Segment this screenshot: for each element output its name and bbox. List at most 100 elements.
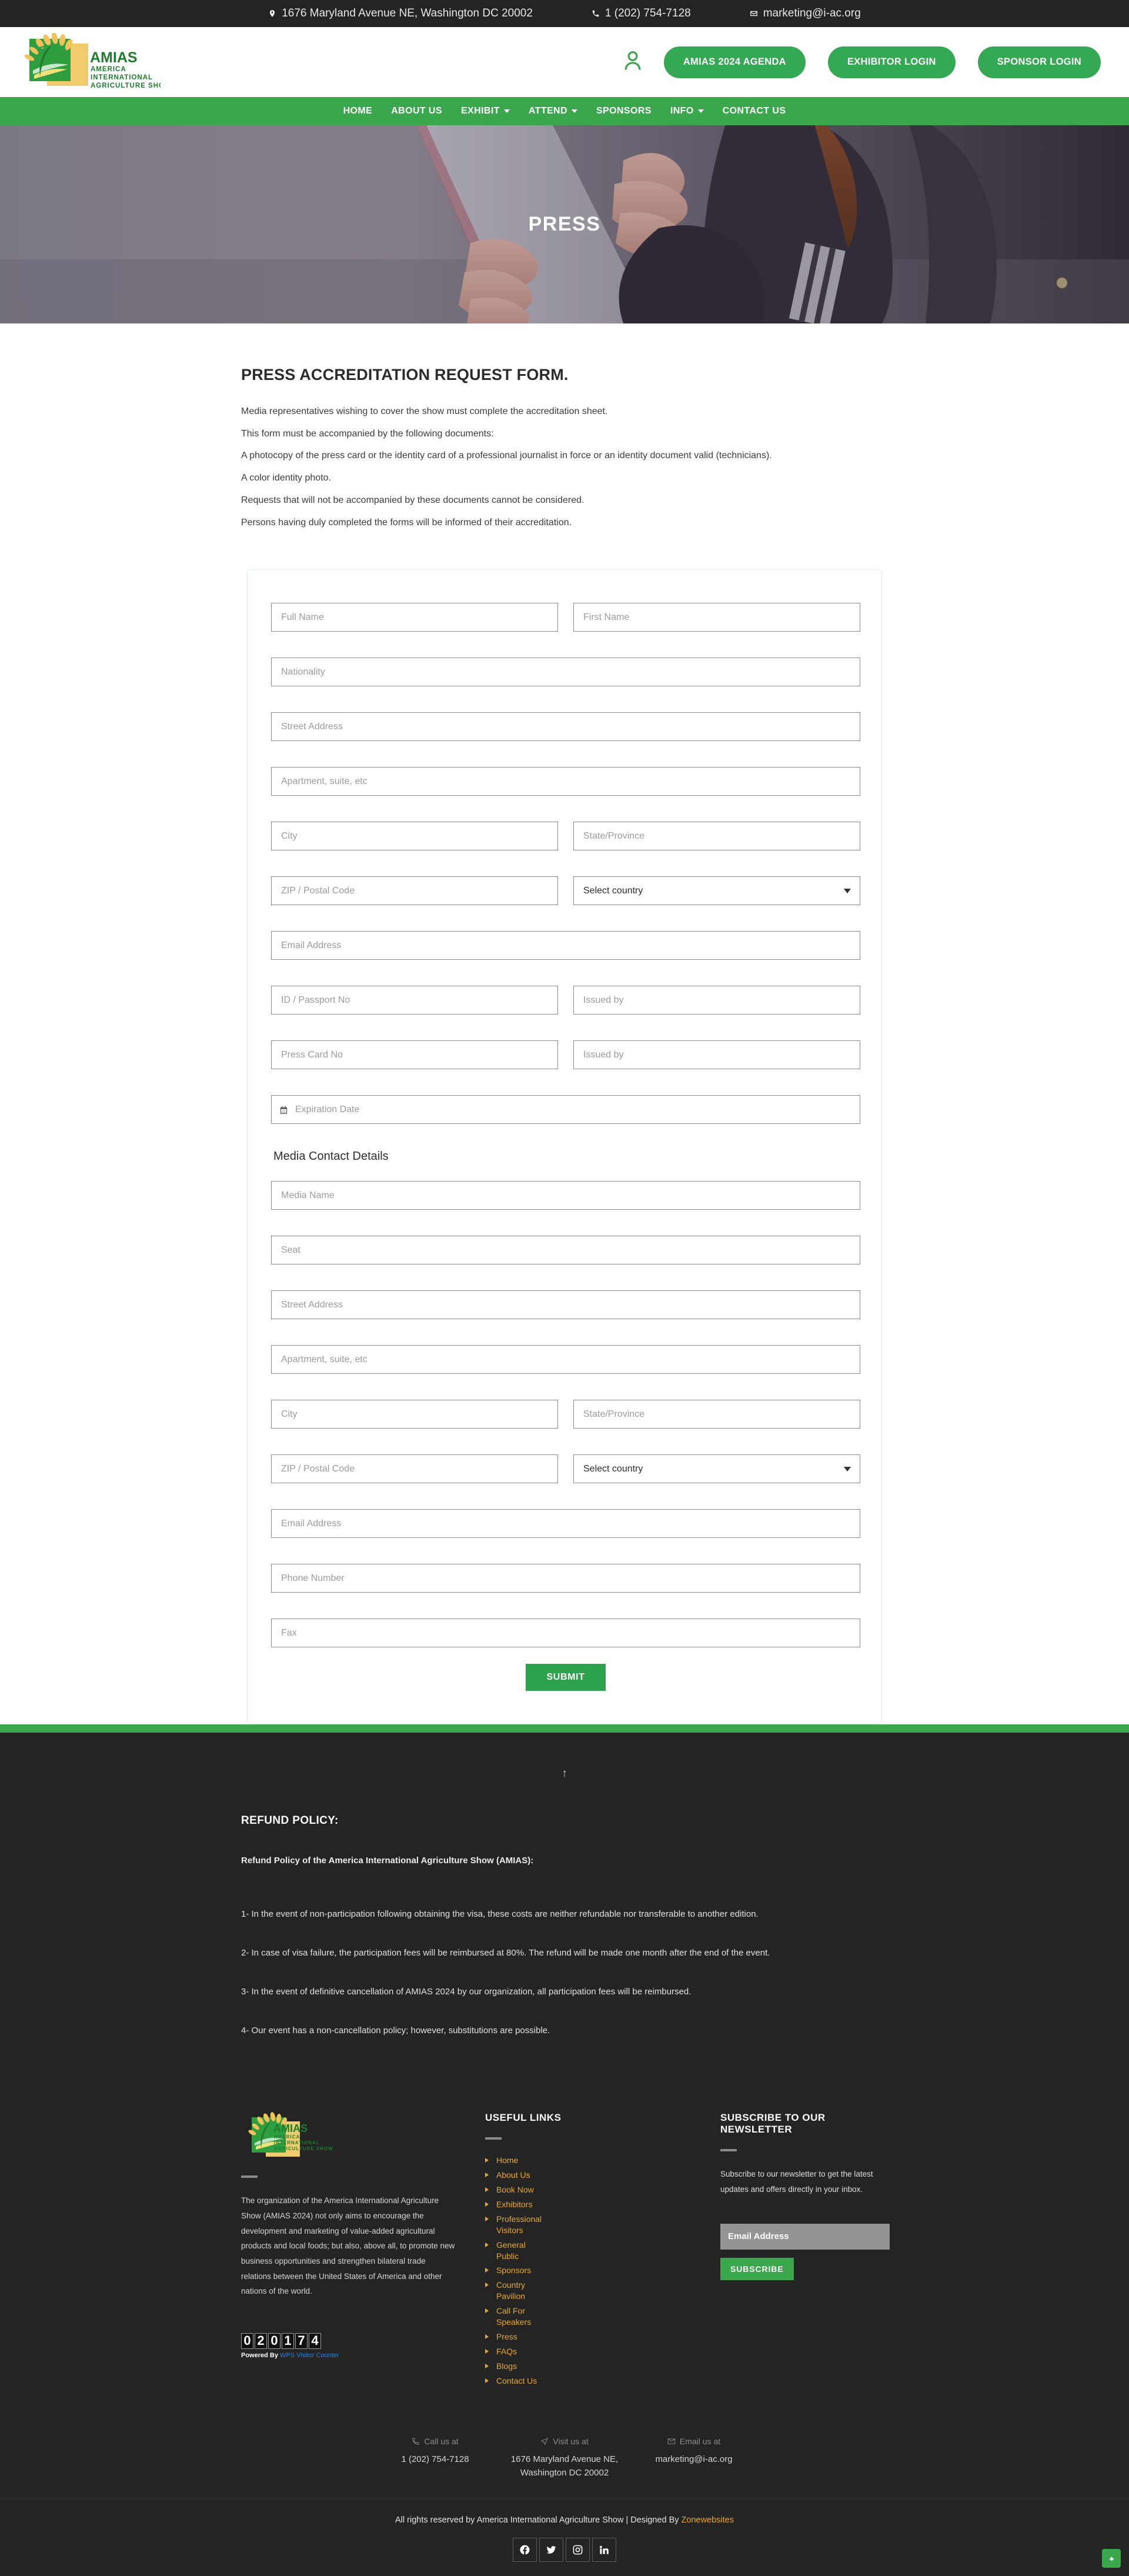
seat-input[interactable] (271, 1236, 860, 1265)
topbar-address: 1676 Maryland Avenue NE, Washington DC 2… (268, 7, 533, 20)
nav-item-sponsors[interactable]: SPONSORS (587, 106, 661, 116)
footer-link-professional-visitors[interactable]: Professional Visitors (485, 2214, 547, 2236)
footer-link-book-now[interactable]: Book Now (485, 2184, 547, 2195)
apartment-input[interactable] (271, 767, 860, 796)
wps-visitor-counter-link[interactable]: WPS Visitor Counter (280, 2352, 339, 2359)
form-row-media-zip-country: Select country (271, 1454, 860, 1484)
media-name-input[interactable] (271, 1181, 860, 1210)
media-apartment-input[interactable] (271, 1345, 860, 1374)
footer-columns: AMIAS AMERICA INTERNATIONAL AGRICULTURE … (241, 2037, 890, 2390)
newsletter-description: Subscribe to our newsletter to get the l… (720, 2170, 873, 2194)
footer-link-general-public[interactable]: General Public (485, 2240, 547, 2262)
media-contact-section-title: Media Contact Details (273, 1150, 389, 1163)
topbar-email[interactable]: marketing@i-ac.org (750, 7, 861, 20)
user-account-icon[interactable] (624, 51, 642, 74)
footer-link-faqs[interactable]: FAQs (485, 2346, 547, 2357)
chevron-down-icon (503, 109, 510, 113)
nav-item-about-us[interactable]: ABOUT US (382, 106, 452, 116)
nationality-input[interactable] (271, 658, 860, 687)
media-zip-input[interactable] (271, 1454, 558, 1484)
footer-link-contact-us[interactable]: Contact Us (485, 2375, 547, 2387)
newsletter-title: SUBSCRIBE TO OUR NEWSLETTER (720, 2112, 826, 2135)
caret-right-icon (485, 2334, 489, 2339)
press-card-input[interactable] (271, 1040, 558, 1070)
country-select[interactable]: Select country (573, 876, 860, 906)
exhibitor-login-button[interactable]: EXHIBITOR LOGIN (827, 46, 956, 78)
instagram-link[interactable] (566, 2538, 590, 2562)
envelope-icon (667, 2438, 676, 2445)
nav-item-info[interactable]: INFO (661, 106, 713, 116)
footer-email-value[interactable]: marketing@i-ac.org (629, 2453, 759, 2467)
refund-policy-subtitle: Refund Policy of the America Internation… (241, 1856, 534, 1866)
expiration-date-input[interactable] (271, 1095, 860, 1125)
form-row-fax (271, 1619, 860, 1648)
nav-item-attend[interactable]: ATTEND (519, 106, 587, 116)
email-input[interactable] (271, 931, 860, 960)
footer-link-home[interactable]: Home (485, 2155, 547, 2166)
footer-link-exhibitors[interactable]: Exhibitors (485, 2199, 547, 2210)
topbar-phone[interactable]: 1 (202) 754-7128 (592, 7, 691, 20)
chevron-down-icon (571, 109, 577, 113)
intro-section: PRESS ACCREDITATION REQUEST FORM. Media … (241, 366, 888, 529)
intro-paragraph: This form must be accompanied by the fol… (241, 428, 494, 439)
full-name-input[interactable] (271, 603, 558, 632)
submit-button[interactable]: SUBMIT (525, 1664, 606, 1691)
phone-icon (592, 9, 600, 18)
counter-digit: 1 (282, 2333, 294, 2349)
main-content: PRESS ACCREDITATION REQUEST FORM. Media … (0, 323, 1129, 1725)
chevron-down-icon (697, 109, 704, 113)
svg-text:AGRICULTURE SHOW: AGRICULTURE SHOW (274, 2146, 333, 2151)
media-street-address-input[interactable] (271, 1290, 860, 1320)
nav-label: EXHIBIT (460, 106, 500, 116)
media-country-select[interactable]: Select country (573, 1454, 860, 1484)
form-row-phone (271, 1564, 860, 1593)
form-row-media-email (271, 1509, 860, 1539)
state-province-input[interactable] (573, 822, 860, 851)
arrow-up-icon[interactable]: ↑ (562, 1768, 567, 1779)
street-address-input[interactable] (271, 712, 860, 742)
footer-link-call-for-speakers[interactable]: Call For Speakers (485, 2305, 547, 2328)
designer-link[interactable]: Zonewebsites (682, 2515, 734, 2525)
footer-title-underline (720, 2149, 737, 2152)
footer-useful-links-column: USEFUL LINKS Home About Us Book Now Exhi… (485, 2112, 720, 2390)
media-state-province-input[interactable] (573, 1400, 860, 1429)
id-issued-by-input[interactable] (573, 986, 860, 1015)
scroll-to-top-button[interactable] (1102, 2549, 1121, 2568)
sponsor-login-button[interactable]: SPONSOR LOGIN (977, 46, 1101, 78)
caret-right-icon (485, 2378, 489, 2383)
zip-input[interactable] (271, 876, 558, 906)
footer-phone-value[interactable]: 1 (202) 754-7128 (370, 2453, 500, 2467)
svg-text:AGRICULTURE SHOW: AGRICULTURE SHOW (91, 82, 161, 89)
linkedin-link[interactable] (592, 2538, 616, 2562)
nav-item-home[interactable]: HOME (334, 106, 382, 116)
refund-policy-item: 1- In the event of non-participation fol… (241, 1909, 759, 1920)
nav-item-exhibit[interactable]: EXHIBIT (452, 106, 519, 116)
city-input[interactable] (271, 822, 558, 851)
counter-digit: 0 (241, 2333, 253, 2349)
media-email-input[interactable] (271, 1509, 860, 1539)
media-city-input[interactable] (271, 1400, 558, 1429)
footer-link-country-pavilion[interactable]: Country Pavilion (485, 2280, 547, 2302)
social-links (0, 2538, 1129, 2562)
footer-link-blogs[interactable]: Blogs (485, 2361, 547, 2372)
site-footer: ↑ REFUND POLICY: Refund Policy of the Am… (0, 1733, 1129, 2576)
nav-item-contact-us[interactable]: CONTACT US (713, 106, 796, 116)
subscribe-button[interactable]: SUBSCRIBE (720, 2257, 794, 2280)
footer-link-about-us[interactable]: About Us (485, 2170, 547, 2181)
id-passport-input[interactable] (271, 986, 558, 1015)
footer-amias-logo-icon[interactable]: AMIAS AMERICA INTERNATIONAL AGRICULTURE … (241, 2112, 359, 2162)
footer-link-sponsors[interactable]: Sponsors (485, 2265, 547, 2276)
first-name-input[interactable] (573, 603, 860, 632)
svg-text:INTERNATIONAL: INTERNATIONAL (274, 2140, 320, 2145)
footer-link-press[interactable]: Press (485, 2331, 547, 2343)
topbar-phone-text: 1 (202) 754-7128 (604, 7, 691, 19)
phone-number-input[interactable] (271, 1564, 860, 1593)
twitter-link[interactable] (539, 2538, 563, 2562)
press-card-issued-by-input[interactable] (573, 1040, 860, 1070)
footer-call-block: Call us at 1 (202) 754-7128 (370, 2437, 500, 2480)
newsletter-email-input[interactable] (720, 2223, 890, 2250)
fax-input[interactable] (271, 1619, 860, 1648)
agenda-button[interactable]: AMIAS 2024 AGENDA (663, 46, 806, 78)
site-logo[interactable]: AMIAS AMERICA INTERNATIONAL AGRICULTURE … (16, 32, 161, 92)
facebook-link[interactable] (513, 2538, 537, 2562)
